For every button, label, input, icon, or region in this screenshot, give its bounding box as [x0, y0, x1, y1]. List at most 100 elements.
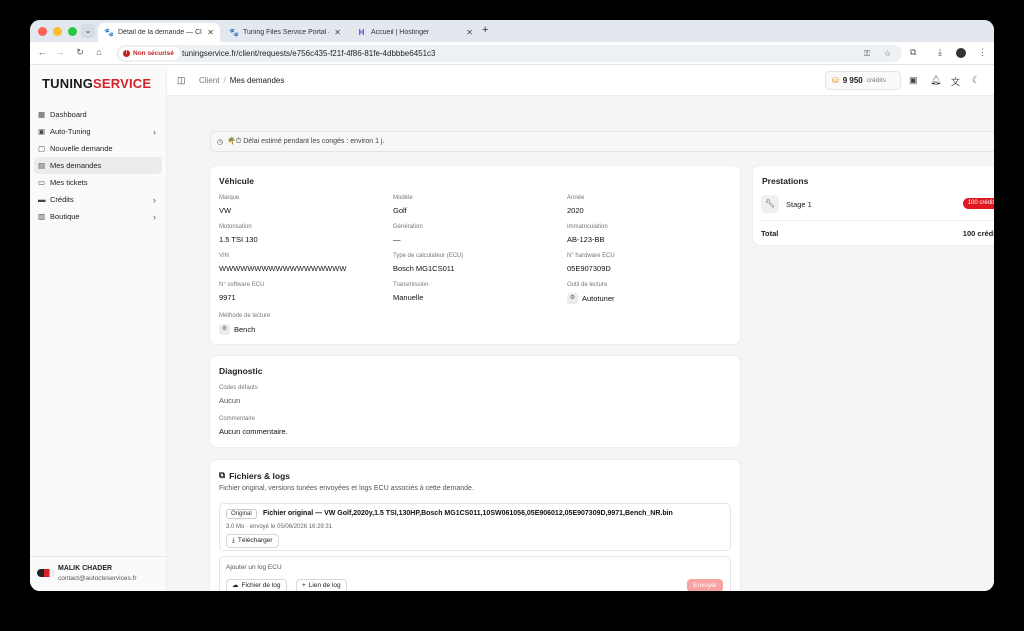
bell-icon[interactable]: 🔔︎	[930, 75, 941, 86]
browser-tab-2[interactable]: 🐾 Tuning Files Service Portal – ✕	[223, 23, 347, 42]
sidebar-item-auto-tuning[interactable]: ▣ Auto-Tuning ›	[34, 123, 162, 140]
logo-text-b: SERVICE	[93, 76, 152, 91]
sidebar-item-label: Mes demandes	[50, 161, 102, 170]
zoom-window-button[interactable]	[68, 27, 77, 36]
breadcrumb-current: Mes demandes	[229, 76, 285, 85]
close-window-button[interactable]	[38, 27, 47, 36]
tab-search-chevron-icon[interactable]: ⌄	[81, 24, 95, 38]
url-text[interactable]: tuningservice.fr/client/requests/e756c43…	[182, 45, 436, 62]
reload-icon[interactable]: ↻	[74, 47, 86, 58]
main-content: ◫ Client / Mes demandes ⛁ 9 950 crédits ▣ …	[167, 66, 994, 591]
forward-arrow-icon[interactable]: →	[54, 47, 66, 57]
diagnostic-card: Diagnostic Codes défauts Aucun Commentair…	[210, 356, 740, 447]
shop-icon: ▥	[38, 212, 46, 221]
bookmark-star-icon[interactable]: ☆	[884, 45, 891, 62]
calendar-icon[interactable]: ▣	[909, 75, 918, 86]
browser-toolbar: ← → ↻ ⌂ ! Non sécurisé tuningservice.fr/…	[30, 42, 994, 65]
credits-value: 9 950	[842, 76, 863, 85]
files-title: ⧉ Fichiers & logs	[219, 470, 291, 481]
moon-icon[interactable]: ☾	[972, 75, 980, 86]
profile-avatar[interactable]	[956, 48, 966, 58]
sidebar-item-new-request[interactable]: ▢ Nouvelle demande	[34, 140, 162, 157]
notice-text: 🌴⏱ Délai estimé pendant les congés : env…	[227, 138, 385, 145]
tab-title: Détail de la demande — Client	[118, 29, 202, 36]
sidebar-item-label: Mes tickets	[50, 178, 88, 187]
method-icon: ⚙	[219, 324, 230, 335]
tab-close-icon[interactable]: ✕	[466, 28, 473, 37]
tab-close-icon[interactable]: ✕	[334, 28, 341, 37]
chevron-right-icon: ›	[153, 126, 156, 137]
new-tab-plus-icon[interactable]: +	[482, 24, 488, 36]
sidebar-item-label: Crédits	[50, 195, 74, 204]
key-icon[interactable]: ⚿	[864, 45, 870, 62]
download-icon[interactable]: ⤓	[938, 47, 942, 58]
original-file-row: Original Fichier original — VW Golf,2020…	[219, 503, 731, 551]
files-icon: ⧉	[219, 470, 226, 480]
field-ecu-type: Type de calculateur (ECU) Bosch MG1CS011	[393, 253, 464, 273]
field-engine: Motorisation 1.5 TSI 130	[219, 224, 258, 244]
browser-tab-3[interactable]: H Accueil | Hostinger ✕	[351, 23, 479, 42]
coins-icon: ⛁	[832, 76, 839, 85]
field-transmission: Transmission Manuelle	[393, 282, 429, 302]
extensions-icon[interactable]: ⧉	[910, 47, 916, 58]
sidebar-toggle-icon[interactable]: ◫	[177, 75, 186, 86]
credit-card-icon: ▬	[38, 195, 46, 204]
log-file-button[interactable]: ☁ Fichier de log	[226, 579, 287, 591]
sidebar-item-label: Nouvelle demande	[50, 144, 113, 153]
sidebar-item-my-requests[interactable]: ▤ Mes demandes	[34, 157, 162, 174]
field-brand: Marque VW	[219, 195, 240, 215]
breadcrumb: Client / Mes demandes	[199, 76, 285, 85]
field-comment: Commentaire Aucun commentaire.	[219, 416, 288, 436]
top-bar: ◫ Client / Mes demandes ⛁ 9 950 crédits ▣ …	[167, 66, 994, 96]
user-profile[interactable]: MALIK CHADER contact@autocteservices.fr	[30, 556, 167, 591]
sidebar-item-my-tickets[interactable]: ▭ Mes tickets	[34, 174, 162, 191]
field-ecu-software: N° software ECU 9971	[219, 282, 265, 302]
tool-icon: ⚙	[567, 293, 578, 304]
address-bar[interactable]: ! Non sécurisé tuningservice.fr/client/r…	[116, 45, 902, 62]
browser-tab-1[interactable]: 🐾 Détail de la demande — Client ✕	[98, 23, 220, 42]
tab-close-icon[interactable]: ✕	[207, 28, 214, 37]
back-arrow-icon[interactable]: ←	[36, 47, 48, 57]
breadcrumb-root[interactable]: Client	[199, 76, 219, 85]
logo-text-a: TUNING	[42, 76, 94, 91]
chevron-right-icon: ›	[153, 211, 156, 222]
credits-balance[interactable]: ⛁ 9 950 crédits	[825, 71, 901, 90]
plus-icon: +	[302, 582, 306, 589]
home-icon[interactable]: ⌂	[93, 47, 105, 57]
field-fault-codes: Codes défauts Aucun	[219, 385, 258, 405]
user-email: contact@autocteservices.fr	[58, 575, 137, 582]
menu-kebab-icon[interactable]: ⋮	[978, 47, 987, 58]
file-plus-icon: ▢	[38, 144, 46, 153]
log-link-button[interactable]: + Lien de log	[296, 579, 347, 591]
security-label: Non sécurisé	[133, 50, 174, 57]
translate-icon[interactable]: 文	[951, 75, 960, 88]
ticket-icon: ▭	[38, 178, 46, 187]
sidebar-item-credits[interactable]: ▬ Crédits ›	[34, 191, 162, 208]
security-indicator[interactable]: ! Non sécurisé	[119, 47, 180, 60]
sidebar-item-label: Auto-Tuning	[50, 127, 91, 136]
diagnostic-title: Diagnostic	[219, 366, 263, 376]
holiday-notice: ◷ 🌴⏱ Délai estimé pendant les congés : e…	[210, 131, 994, 152]
upload-icon: ☁	[232, 582, 239, 589]
sidebar-nav: ▦ Dashboard ▣ Auto-Tuning › ▢ Nouvelle deman…	[34, 106, 162, 225]
add-log-label: Ajouter un log ECU	[226, 564, 282, 571]
send-button[interactable]: Envoyer	[687, 579, 723, 591]
browser-window: ⌄ 🐾 Détail de la demande — Client ✕ 🐾 Tu…	[30, 20, 994, 591]
file-meta: 3.0 Mo · envoyé le 05/06/2026 16:29:31	[226, 524, 333, 530]
sidebar-item-dashboard[interactable]: ▦ Dashboard	[34, 106, 162, 123]
chip-icon: ▣	[38, 127, 46, 136]
field-read-tool: Outil de lecture ⚙ Autotuner	[567, 282, 615, 304]
brand-logo[interactable]: TUNINGSERVICE	[42, 76, 151, 91]
download-button[interactable]: ⤓ Télécharger	[226, 534, 279, 548]
field-ecu-hardware: N° hardware ECU 05E907309D	[567, 253, 615, 273]
tab-strip: ⌄ 🐾 Détail de la demande — Client ✕ 🐾 Tu…	[30, 20, 994, 42]
credits-label: crédits	[866, 77, 886, 84]
file-icon: ▤	[38, 161, 46, 170]
minimize-window-button[interactable]	[53, 27, 62, 36]
total-value: 100 crédits	[962, 229, 994, 238]
prestation-row: 🔧︎ Stage 1 100 crédits	[761, 194, 994, 213]
chevron-right-icon: ›	[153, 194, 156, 205]
sidebar-item-shop[interactable]: ▥ Boutique ›	[34, 208, 162, 225]
wrench-icon: 🔧︎	[761, 195, 779, 213]
tab-title: Tuning Files Service Portal –	[243, 29, 330, 36]
